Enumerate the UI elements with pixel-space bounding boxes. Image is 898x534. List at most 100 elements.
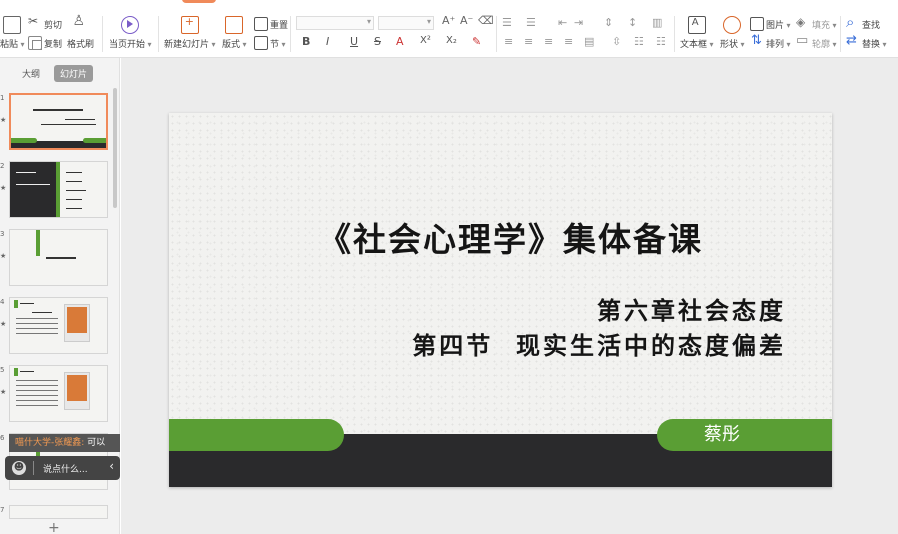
slide-number: 6 bbox=[0, 434, 5, 442]
find-button[interactable]: 查找 bbox=[846, 13, 881, 31]
line-spacing-icon[interactable]: ↕ bbox=[628, 16, 637, 29]
tab-outline[interactable]: 大纲 bbox=[18, 65, 44, 82]
collapse-icon[interactable]: ‹ bbox=[109, 459, 114, 473]
subscript-button[interactable]: X₂ bbox=[446, 35, 457, 46]
bold-button[interactable]: B bbox=[302, 35, 310, 48]
section-button[interactable]: 节 bbox=[254, 36, 286, 50]
shrink-font-button[interactable]: A⁻ bbox=[460, 14, 473, 27]
tab-home-active[interactable] bbox=[182, 0, 216, 3]
italic-button[interactable]: I bbox=[326, 35, 329, 48]
highlight-icon[interactable]: ✎ bbox=[472, 35, 481, 48]
emoji-icon[interactable]: ☻ bbox=[12, 461, 26, 475]
font-color-button[interactable]: A bbox=[396, 35, 404, 48]
comment-user: 喵什大学-张耀鑫: bbox=[15, 438, 85, 448]
layout-button[interactable]: 版式 bbox=[222, 16, 247, 50]
new-slide-button[interactable]: 新建幻灯片 bbox=[164, 15, 216, 50]
shape-label: 形状 bbox=[720, 37, 745, 50]
superscript-button[interactable]: X² bbox=[420, 35, 431, 46]
decrease-indent-icon[interactable]: ⇤ bbox=[558, 16, 567, 29]
smart-art-icon[interactable]: ☷ bbox=[656, 35, 666, 48]
start-from-current-button[interactable]: 当页开始 bbox=[109, 16, 152, 50]
reset-label: 重置 bbox=[270, 20, 289, 31]
reset-button[interactable]: 重置 bbox=[254, 17, 288, 31]
bullet-list-icon[interactable]: ☰ bbox=[502, 16, 512, 29]
align-left-icon[interactable]: ≡ bbox=[504, 35, 513, 48]
align-right-icon[interactable]: ≡ bbox=[544, 35, 553, 48]
tab-slides[interactable]: 幻灯片 bbox=[54, 65, 94, 82]
slide-section[interactable]: 第四节 现实生活中的态度偏差 bbox=[412, 326, 786, 361]
current-slide[interactable]: 《社会心理学》集体备课 第六章社会态度 第四节 现实生活中的态度偏差 蔡彤 bbox=[169, 113, 832, 487]
text-direction-icon[interactable]: ⇕ bbox=[604, 16, 613, 29]
text-box-label: 文本框 bbox=[680, 37, 714, 50]
new-slide-icon bbox=[180, 15, 199, 34]
columns-icon[interactable]: ▥ bbox=[652, 16, 662, 29]
slide-number: 5 bbox=[0, 366, 5, 374]
footer-green-left bbox=[169, 419, 344, 451]
outline-button[interactable]: 轮廓 bbox=[796, 33, 837, 50]
increase-indent-icon[interactable]: ⇥ bbox=[574, 16, 583, 29]
font-size-select[interactable] bbox=[378, 16, 434, 30]
start-show-label: 当页开始 bbox=[109, 37, 152, 50]
add-slide-button[interactable]: + bbox=[48, 520, 60, 534]
font-name-select[interactable] bbox=[296, 16, 374, 30]
underline-button[interactable]: U bbox=[350, 35, 358, 48]
paste-label: 粘贴 bbox=[0, 37, 25, 50]
outline-icon bbox=[796, 33, 810, 50]
align-center-icon[interactable]: ≡ bbox=[524, 35, 533, 48]
replace-button[interactable]: 替换 bbox=[846, 33, 887, 50]
slide-thumbnail-5[interactable] bbox=[9, 365, 108, 422]
panel-scrollbar[interactable] bbox=[113, 88, 117, 208]
picture-icon bbox=[750, 17, 764, 31]
cut-button[interactable]: 剪切 bbox=[28, 14, 62, 31]
slide-thumbnail-4[interactable] bbox=[9, 297, 108, 354]
replace-label: 替换 bbox=[862, 37, 887, 50]
picture-button[interactable]: 图片 bbox=[750, 17, 791, 31]
distribute-icon[interactable]: ▤ bbox=[584, 35, 594, 48]
slide-chapter[interactable]: 第六章社会态度 bbox=[597, 291, 786, 326]
vertical-align-icon[interactable]: ⇳ bbox=[612, 35, 621, 48]
slide-thumbnail-7[interactable] bbox=[9, 505, 108, 519]
arrange-button[interactable]: 排列 bbox=[750, 33, 791, 50]
section-label: 节 bbox=[270, 37, 286, 50]
star-icon: ★ bbox=[0, 116, 7, 124]
slide-number: 4 bbox=[0, 298, 5, 306]
slide-title[interactable]: 《社会心理学》集体备课 bbox=[169, 213, 832, 261]
slide-thumbnail-1[interactable] bbox=[9, 93, 108, 150]
slide-number: 1 bbox=[0, 94, 5, 102]
slide-workspace: 《社会心理学》集体备课 第六章社会态度 第四节 现实生活中的态度偏差 蔡彤 bbox=[121, 58, 898, 534]
grow-font-button[interactable]: A⁺ bbox=[442, 14, 455, 27]
layout-icon bbox=[225, 16, 244, 34]
reset-icon bbox=[254, 17, 268, 31]
clear-format-icon[interactable]: ⌫ bbox=[478, 14, 494, 27]
slide-author[interactable]: 蔡彤 bbox=[657, 419, 787, 451]
search-icon bbox=[846, 13, 860, 31]
play-icon bbox=[121, 16, 140, 34]
shape-button[interactable]: 形状 bbox=[720, 16, 745, 50]
format-painter-button[interactable]: 格式刷 bbox=[67, 13, 94, 50]
justify-icon[interactable]: ≡ bbox=[564, 35, 573, 48]
fill-button[interactable]: 填充 bbox=[796, 15, 837, 31]
star-icon: ★ bbox=[0, 388, 7, 396]
paste-icon bbox=[3, 16, 22, 34]
picture-label: 图片 bbox=[766, 18, 791, 31]
find-label: 查找 bbox=[862, 20, 881, 31]
text-align-icon[interactable]: ☷ bbox=[634, 35, 644, 48]
slide-number: 2 bbox=[0, 162, 5, 170]
star-icon: ★ bbox=[0, 184, 7, 192]
slide-number: 3 bbox=[0, 230, 5, 238]
replace-icon bbox=[846, 33, 860, 50]
text-box-button[interactable]: 文本框 bbox=[680, 16, 714, 50]
comment-input-bar[interactable]: ☻ 说点什么... ‹ bbox=[5, 456, 120, 480]
ribbon-toolbar: 粘贴 剪切 复制 格式刷 当页开始 新建幻灯片 版式 重置 节 A⁺ A⁻ ⌫ … bbox=[0, 0, 898, 58]
strikethrough-button[interactable]: S bbox=[374, 35, 381, 48]
star-icon: ★ bbox=[0, 320, 7, 328]
slide-thumbnail-3[interactable] bbox=[9, 229, 108, 286]
ribbon-tab-strip bbox=[0, 0, 898, 4]
numbered-list-icon[interactable]: ☰ bbox=[526, 16, 536, 29]
arrange-label: 排列 bbox=[766, 37, 791, 50]
paste-button[interactable]: 粘贴 bbox=[0, 16, 25, 50]
slide-thumbnail-2[interactable] bbox=[9, 161, 108, 218]
star-icon: ★ bbox=[0, 252, 7, 260]
copy-button[interactable]: 复制 bbox=[28, 36, 62, 50]
comment-input-placeholder[interactable]: 说点什么... bbox=[43, 462, 88, 475]
